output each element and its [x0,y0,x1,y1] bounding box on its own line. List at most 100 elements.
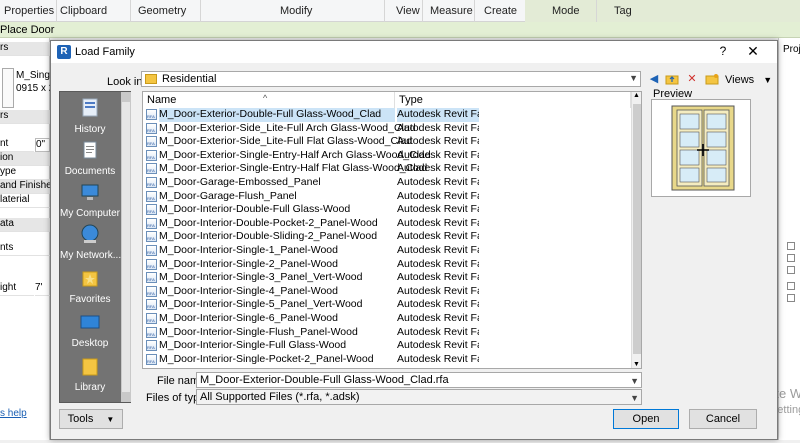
file-row[interactable]: M_Door-Interior-Double-Pocket-2_Panel-Wo… [143,217,633,231]
views-button[interactable]: Views ▼ [725,74,772,86]
help-button[interactable]: ? [715,44,731,60]
file-row[interactable]: M_Door-Exterior-Side_Lite-Full Arch Glas… [143,122,633,136]
ribbon-group-create[interactable]: Create [484,5,517,17]
file-type-cell: Autodesk Revit Fa... [397,243,479,256]
file-row[interactable]: M_Door-Interior-Single-3_Panel_Vert-Wood… [143,271,633,285]
places-scrollbar[interactable] [121,92,131,402]
ribbon-group-measure[interactable]: Measure [430,5,473,17]
ribbon-separator [422,0,423,22]
look-in-value: Residential [162,73,217,85]
place-desktop[interactable]: Desktop [60,312,120,358]
properties-help-link[interactable]: s help [0,408,50,422]
type-name[interactable]: M_Single [16,70,50,84]
column-header-name-label: Name [147,94,177,106]
file-name-dropdown[interactable]: ▼ [625,372,642,388]
place-my-computer[interactable]: My Computer [60,182,120,228]
file-row[interactable]: M_Door-Interior-Double-Sliding-2_Panel-W… [143,230,633,244]
place-my-network[interactable]: My Network... [60,224,122,270]
file-type-cell: Autodesk Revit Fa... [397,189,479,202]
up-folder-icon[interactable] [665,72,679,86]
tree-expander[interactable] [787,242,795,250]
tree-expander[interactable] [787,254,795,262]
documents-icon [83,141,97,159]
files-of-type-select[interactable]: All Supported Files (*.rfa, *.adsk) ▼ [196,389,642,405]
place-documents[interactable]: Documents [60,140,120,186]
column-header-type[interactable]: Type [395,92,631,108]
file-name-input[interactable]: M_Door-Exterior-Double-Full Glass-Wood_C… [196,372,642,388]
place-my-network-label: My Network... [60,250,122,261]
file-row[interactable]: M_Door-Interior-Single-Pocket-2_Panel-Wo… [143,353,633,367]
file-row[interactable]: M_Door-Interior-Single-2_Panel-Wood Autod… [143,258,633,272]
folder-icon [145,74,157,84]
file-name-cell: M_Door-Interior-Double-Full Glass-Wood [159,203,351,216]
prop-label: nts [0,242,50,256]
prop-value-height[interactable]: 7' [35,282,50,296]
revit-family-file-icon [146,285,157,297]
file-name-cell: M_Door-Garage-Embossed_Panel [159,175,321,188]
ribbon-separator [596,0,597,22]
tools-button[interactable]: Tools ▼ [59,409,123,429]
door-preview-image [671,105,735,191]
new-folder-icon[interactable] [705,72,719,86]
file-type-cell: Autodesk Revit Fa... [397,284,479,297]
ribbon-group-geometry[interactable]: Geometry [138,5,186,17]
file-row[interactable]: M_Door-Interior-Double-Full Glass-Wood Au… [143,203,633,217]
scroll-down-icon[interactable]: ▼ [633,361,640,368]
revit-family-file-icon [146,231,157,243]
look-in-select[interactable]: Residential ▼ [141,71,641,87]
ribbon-group-clipboard[interactable]: Clipboard [60,5,107,17]
file-row[interactable]: M_Door-Garage-Embossed_Panel Autodesk Rev… [143,176,633,190]
back-arrow-icon[interactable]: ◀ [647,72,661,86]
file-row[interactable]: M_Door-Exterior-Single-Entry-Half Flat G… [143,162,633,176]
tree-expander[interactable] [787,294,795,302]
ribbon-group-mode[interactable]: Mode [552,5,580,17]
dialog-titlebar[interactable]: R Load Family ? ✕ [51,41,777,63]
places-scroll-thumb[interactable] [122,102,130,392]
file-row[interactable]: M_Door-Exterior-Single-Entry-Half Arch G… [143,149,633,163]
file-row[interactable]: M_Door-Exterior-Double-Full Glass-Wood_C… [143,108,633,122]
file-row[interactable]: M_Door-Interior-Single-5_Panel_Vert-Wood… [143,298,633,312]
file-name-cell: M_Door-Interior-Single-1_Panel-Wood [159,243,338,256]
scroll-up-icon[interactable]: ▲ [633,92,640,99]
file-name-cell: M_Door-Interior-Single-2_Panel-Wood [159,257,338,270]
prop-value[interactable]: 0" [35,138,50,152]
place-favorites[interactable]: Favorites [60,268,120,314]
close-button[interactable]: ✕ [745,43,761,59]
file-type-cell: Autodesk Revit Fa... [397,339,479,352]
place-history[interactable]: History [60,98,120,144]
file-row[interactable]: M_Door-Exterior-Side_Lite-Full Flat Glas… [143,135,633,149]
column-header-type-label: Type [399,94,423,106]
place-library[interactable]: Library [60,356,120,402]
chevron-down-icon: ▼ [629,73,638,83]
cancel-button[interactable]: Cancel [689,409,757,429]
computer-icon [81,184,99,200]
prop-label-height: ight [0,282,34,296]
ribbon-group-tag[interactable]: Tag [614,5,632,17]
delete-icon[interactable]: ✕ [685,72,699,86]
file-list-scrollbar[interactable]: ▲ ▼ [631,92,641,368]
section-data: ata [0,218,50,232]
file-name-cell: M_Door-Interior-Single-Flush_Panel-Wood [159,325,358,338]
desktop-icon [80,315,100,329]
open-button[interactable]: Open [613,409,679,429]
file-row[interactable]: M_Door-Interior-Single-Full Glass-Wood Au… [143,339,633,353]
tree-expander[interactable] [787,266,795,274]
type-size[interactable]: 0915 x 2 [16,83,50,97]
file-row[interactable]: M_Door-Interior-Single-1_Panel-Wood Autod… [143,244,633,258]
revit-family-file-icon [146,353,157,365]
preview-pane [651,99,751,197]
file-list-scroll-thumb[interactable] [633,104,641,354]
column-header-name[interactable]: Name ^ [143,92,395,108]
file-type-cell: Autodesk Revit Fa... [397,108,479,122]
ribbon-group-view[interactable]: View [396,5,420,17]
tree-expander[interactable] [787,282,795,290]
ribbon-group-properties[interactable]: Properties [4,5,54,17]
ribbon-separator [200,0,201,22]
ribbon-separator [130,0,131,22]
ribbon-group-modify[interactable]: Modify [280,5,312,17]
file-row[interactable]: M_Door-Interior-Single-4_Panel-Wood Autod… [143,285,633,299]
file-row[interactable]: M_Door-Interior-Single-Flush_Panel-Wood A… [143,326,633,340]
file-row[interactable]: M_Door-Interior-Single-6_Panel-Wood Autod… [143,312,633,326]
file-row[interactable]: M_Door-Garage-Flush_Panel Autodesk Revit … [143,190,633,204]
tools-label: Tools [67,413,94,425]
